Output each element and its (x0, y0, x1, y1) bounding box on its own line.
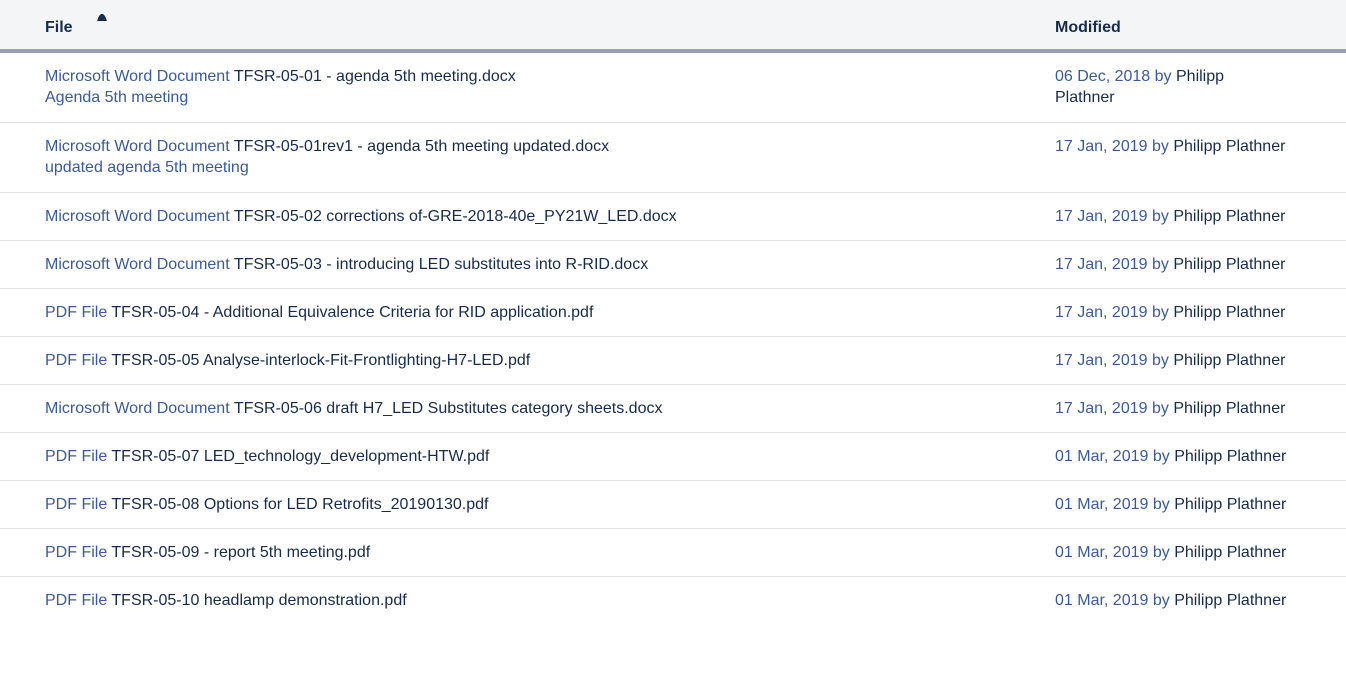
modified-by: by (1152, 496, 1170, 513)
modified-date: 01 Mar, 2019 (1055, 496, 1149, 513)
file-type-link[interactable]: PDF File (45, 352, 107, 369)
author-link[interactable]: Philipp Plathner (1174, 448, 1286, 465)
file-cell: PDF File TFSR-05-04 - Additional Equival… (45, 302, 593, 323)
file-name-link[interactable]: TFSR-05-10 headlamp demonstration.pdf (111, 592, 406, 609)
modified-cell: 17 Jan, 2019 by Philipp Plathner (1055, 302, 1346, 323)
modified-cell: 01 Mar, 2019 by Philipp Plathner (1055, 590, 1346, 611)
modified-cell: 01 Mar, 2019 by Philipp Plathner (1055, 542, 1346, 563)
file-name-link[interactable]: TFSR-05-09 - report 5th meeting.pdf (111, 544, 370, 561)
author-link[interactable]: Philipp Plathner (1174, 592, 1286, 609)
file-name-link[interactable]: TFSR-05-07 LED_technology_development-HT… (111, 448, 489, 465)
modified-date: 17 Jan, 2019 (1055, 208, 1148, 225)
author-link[interactable]: Philipp Plathner (1174, 544, 1286, 561)
modified-cell: 06 Dec, 2018 by Philipp Plathner (1055, 66, 1285, 108)
table-row: Microsoft Word Document TFSR-05-01 - age… (0, 53, 1346, 123)
attachments-table: File Modified Microsoft Word Document TF… (0, 0, 1346, 625)
file-cell: PDF File TFSR-05-05 Analyse-interlock-Fi… (45, 350, 530, 371)
modified-date: 17 Jan, 2019 (1055, 304, 1148, 321)
file-comment: updated agenda 5th meeting (45, 159, 249, 176)
modified-by: by (1151, 208, 1169, 225)
file-name-link[interactable]: TFSR-05-08 Options for LED Retrofits_201… (111, 496, 488, 513)
file-cell: Microsoft Word Document TFSR-05-01 - age… (45, 66, 516, 108)
modified-date: 17 Jan, 2019 (1055, 400, 1148, 417)
table-row: Microsoft Word Document TFSR-05-01rev1 -… (0, 123, 1346, 193)
file-cell: PDF File TFSR-05-10 headlamp demonstrati… (45, 590, 407, 611)
sort-ascending-icon[interactable] (96, 12, 108, 22)
author-link[interactable]: Philipp Plathner (1173, 352, 1285, 369)
author-link[interactable]: Philipp Plathner (1173, 138, 1285, 155)
file-type-link[interactable]: Microsoft Word Document (45, 68, 230, 85)
modified-by: by (1151, 400, 1169, 417)
modified-cell: 17 Jan, 2019 by Philipp Plathner (1055, 136, 1346, 157)
file-type-link[interactable]: Microsoft Word Document (45, 138, 230, 155)
file-cell: PDF File TFSR-05-09 - report 5th meeting… (45, 542, 370, 563)
table-row: Microsoft Word Document TFSR-05-02 corre… (0, 193, 1346, 241)
modified-date: 01 Mar, 2019 (1055, 592, 1149, 609)
file-cell: Microsoft Word Document TFSR-05-01rev1 -… (45, 136, 609, 178)
modified-by: by (1151, 138, 1169, 155)
file-name-link[interactable]: TFSR-05-02 corrections of-GRE-2018-40e_P… (234, 208, 677, 225)
file-cell: Microsoft Word Document TFSR-05-03 - int… (45, 254, 648, 275)
file-type-link[interactable]: PDF File (45, 592, 107, 609)
table-row: PDF File TFSR-05-05 Analyse-interlock-Fi… (0, 337, 1346, 385)
modified-by: by (1151, 352, 1169, 369)
file-type-link[interactable]: Microsoft Word Document (45, 256, 230, 273)
file-cell: PDF File TFSR-05-07 LED_technology_devel… (45, 446, 489, 467)
modified-by: by (1152, 592, 1170, 609)
table-row: PDF File TFSR-05-07 LED_technology_devel… (0, 433, 1346, 481)
file-type-link[interactable]: Microsoft Word Document (45, 208, 230, 225)
file-type-link[interactable]: PDF File (45, 544, 107, 561)
file-type-link[interactable]: PDF File (45, 304, 107, 321)
modified-date: 17 Jan, 2019 (1055, 138, 1148, 155)
modified-cell: 17 Jan, 2019 by Philipp Plathner (1055, 398, 1346, 419)
table-row: PDF File TFSR-05-04 - Additional Equival… (0, 289, 1346, 337)
modified-date: 17 Jan, 2019 (1055, 352, 1148, 369)
modified-date: 06 Dec, 2018 (1055, 68, 1151, 85)
modified-by: by (1151, 256, 1169, 273)
file-cell: PDF File TFSR-05-08 Options for LED Retr… (45, 494, 488, 515)
modified-cell: 17 Jan, 2019 by Philipp Plathner (1055, 350, 1346, 371)
file-name-link[interactable]: TFSR-05-03 - introducing LED substitutes… (234, 256, 648, 273)
modified-cell: 17 Jan, 2019 by Philipp Plathner (1055, 254, 1346, 275)
file-type-link[interactable]: PDF File (45, 496, 107, 513)
table-row: PDF File TFSR-05-09 - report 5th meeting… (0, 529, 1346, 577)
author-link[interactable]: Philipp Plathner (1174, 496, 1286, 513)
column-header-modified[interactable]: Modified (1055, 19, 1121, 37)
file-cell: Microsoft Word Document TFSR-05-06 draft… (45, 398, 662, 419)
author-link[interactable]: Philipp Plathner (1173, 208, 1285, 225)
modified-cell: 01 Mar, 2019 by Philipp Plathner (1055, 446, 1346, 467)
file-comment: Agenda 5th meeting (45, 89, 189, 106)
modified-by: by (1154, 68, 1172, 85)
column-header-file[interactable]: File (45, 19, 73, 37)
file-name-link[interactable]: TFSR-05-05 Analyse-interlock-Fit-Frontli… (111, 352, 530, 369)
file-name-link[interactable]: TFSR-05-01rev1 - agenda 5th meeting upda… (234, 138, 609, 155)
modified-date: 01 Mar, 2019 (1055, 544, 1149, 561)
file-name-link[interactable]: TFSR-05-06 draft H7_LED Substitutes cate… (234, 400, 663, 417)
modified-date: 17 Jan, 2019 (1055, 256, 1148, 273)
author-link[interactable]: Philipp Plathner (1173, 256, 1285, 273)
table-row: PDF File TFSR-05-10 headlamp demonstrati… (0, 577, 1346, 625)
author-link[interactable]: Philipp Plathner (1173, 304, 1285, 321)
modified-cell: 17 Jan, 2019 by Philipp Plathner (1055, 206, 1346, 227)
modified-date: 01 Mar, 2019 (1055, 448, 1149, 465)
table-row: Microsoft Word Document TFSR-05-06 draft… (0, 385, 1346, 433)
author-link[interactable]: Philipp Plathner (1173, 400, 1285, 417)
modified-by: by (1152, 544, 1170, 561)
modified-by: by (1152, 448, 1170, 465)
table-header: File Modified (0, 0, 1346, 53)
file-type-link[interactable]: PDF File (45, 448, 107, 465)
file-name-link[interactable]: TFSR-05-01 - agenda 5th meeting.docx (234, 68, 516, 85)
modified-cell: 01 Mar, 2019 by Philipp Plathner (1055, 494, 1346, 515)
table-row: PDF File TFSR-05-08 Options for LED Retr… (0, 481, 1346, 529)
file-cell: Microsoft Word Document TFSR-05-02 corre… (45, 206, 677, 227)
modified-by: by (1151, 304, 1169, 321)
table-row: Microsoft Word Document TFSR-05-03 - int… (0, 241, 1346, 289)
file-name-link[interactable]: TFSR-05-04 - Additional Equivalence Crit… (111, 304, 593, 321)
file-type-link[interactable]: Microsoft Word Document (45, 400, 230, 417)
